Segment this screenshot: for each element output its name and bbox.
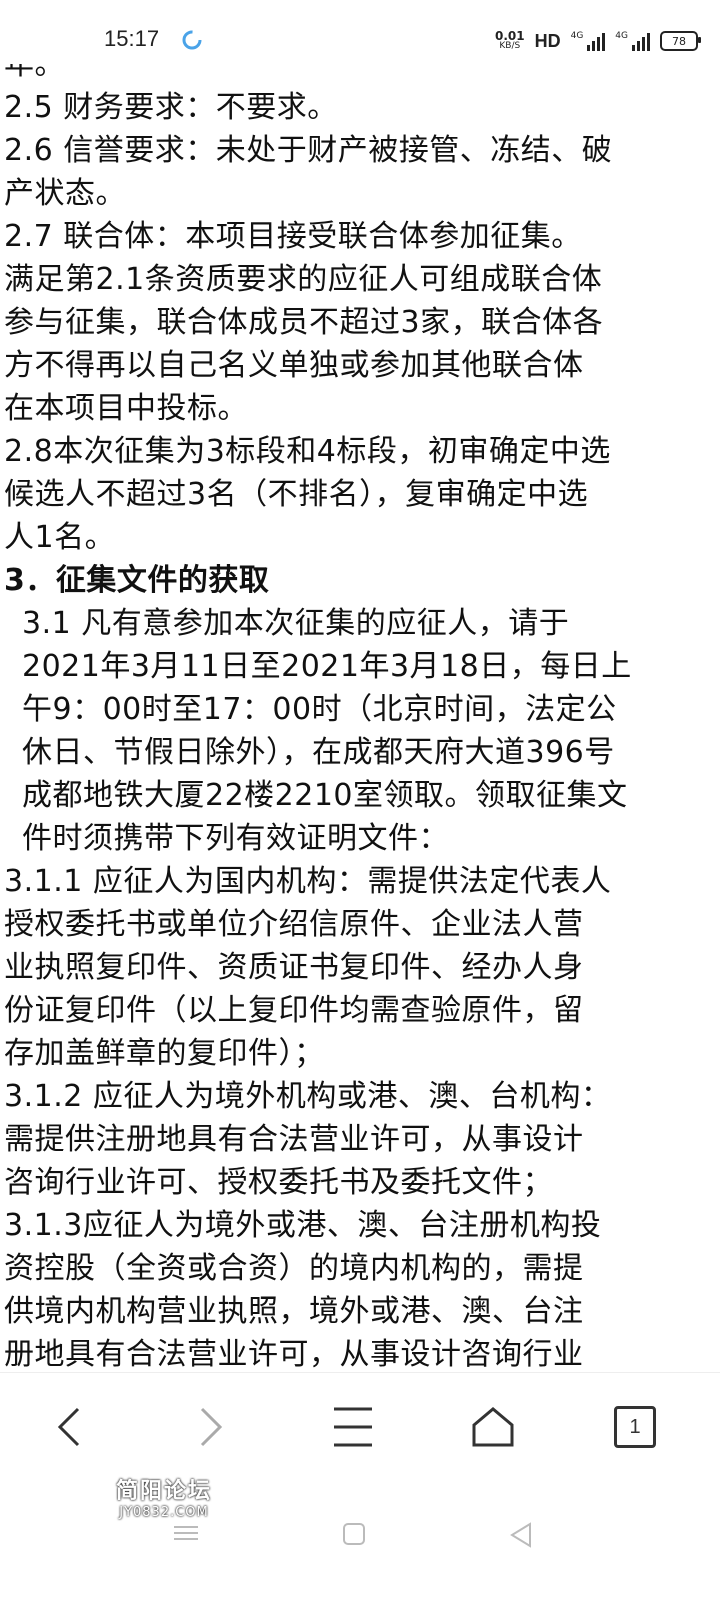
network-speed: 0.01 KB/S <box>494 29 525 51</box>
status-time: 15:17 <box>104 26 160 51</box>
signal-icon: 4G <box>571 31 606 51</box>
browser-toolbar: 1 <box>0 1372 720 1483</box>
text-line: 2.6 信誉要求：未处于财产被接管、冻结、破 <box>4 133 613 168</box>
home-button[interactable] <box>458 1397 528 1457</box>
text-line: 2.5 财务要求：不要求。 <box>4 90 338 125</box>
text-line: 业执照复印件、资质证书复印件、经办人身 <box>4 950 584 985</box>
text-line: 休日、节假日除外），在成都天府大道396号 <box>22 735 615 770</box>
text-line: 册地具有合法营业许可，从事设计咨询行业 <box>4 1337 584 1372</box>
text-line: 授权委托书或单位介绍信原件、企业法人营 <box>4 907 584 942</box>
battery-icon: 78 <box>660 31 701 51</box>
recent-apps-icon[interactable] <box>172 1524 200 1542</box>
text-line: 2.8本次征集为3标段和4标段，初审确定中选 <box>4 434 611 469</box>
text-line: 份证复印件（以上复印件均需查验原件，留 <box>4 993 584 1028</box>
text-line: 存加盖鲜章的复印件）； <box>4 1036 325 1071</box>
watermark-logo: 简阳论坛 JY0832.COM <box>115 1479 212 1520</box>
back-button[interactable] <box>34 1397 104 1457</box>
text-line: 件时须携带下列有效证明文件： <box>22 821 449 856</box>
text-line: 咨询行业许可、授权委托书及委托文件； <box>4 1165 553 1200</box>
app-notification-icon <box>182 30 202 50</box>
text-line: 2.7 联合体：本项目接受联合体参加征集。 <box>4 219 582 254</box>
text-line: 资控股（全资或合资）的境内机构的，需提 <box>4 1251 584 1286</box>
menu-icon <box>334 1407 372 1447</box>
menu-button[interactable] <box>318 1397 388 1457</box>
forward-button[interactable] <box>176 1397 246 1457</box>
text-line: 候选人不超过3名（不排名），复审确定中选 <box>4 477 589 512</box>
text-line: 年。 <box>4 64 65 82</box>
text-line: 3.1.1 应征人为国内机构：需提供法定代表人 <box>4 864 612 899</box>
document-content[interactable]: 年。 2.5 财务要求：不要求。 2.6 信誉要求：未处于财产被接管、冻结、破 产状态… <box>0 64 720 1374</box>
signal-icon-2: 4G <box>615 31 650 51</box>
tabs-button[interactable]: 1 <box>600 1397 670 1457</box>
text-line: 人1名。 <box>4 520 116 555</box>
home-icon <box>472 1407 514 1447</box>
chevron-left-icon <box>57 1407 80 1447</box>
text-line: 3.1.3应征人为境外或港、澳、台注册机构投 <box>4 1208 602 1243</box>
text-line: 参与征集，联合体成员不超过3家，联合体各 <box>4 305 604 340</box>
tab-count: 1 <box>614 1406 656 1448</box>
text-line: 供境内机构营业执照，境外或港、澳、台注 <box>4 1294 584 1329</box>
chevron-right-icon <box>200 1407 223 1447</box>
section-heading: 3．征集文件的获取 <box>4 563 270 598</box>
status-icons: 0.01 KB/S HD 4G 4G 78 <box>494 26 701 56</box>
hd-voice-icon: HD <box>534 30 561 51</box>
text-line: 在本项目中投标。 <box>4 391 248 426</box>
text-line: 3.1.2 应征人为境外机构或港、澳、台机构： <box>4 1079 612 1114</box>
text-line: 满足第2.1条资质要求的应征人可组成联合体 <box>4 262 603 297</box>
text-line: 午9：00时至17：00时（北京时间，法定公 <box>22 692 617 727</box>
text-line: 需提供注册地具有合法营业许可，从事设计 <box>4 1122 584 1157</box>
text-line: 2021年3月11日至2021年3月18日，每日上 <box>22 649 632 684</box>
home-nav-icon[interactable] <box>342 1522 366 1546</box>
back-nav-icon[interactable] <box>508 1522 534 1548</box>
text-line: 产状态。 <box>4 176 126 211</box>
text-line: 方不得再以自己名义单独或参加其他联合体 <box>4 348 584 383</box>
status-bar: 15:17 0.01 KB/S HD 4G 4G 78 <box>0 0 720 64</box>
text-line: 3.1 凡有意参加本次征集的应征人，请于 <box>22 606 570 641</box>
text-line: 成都地铁大厦22楼2210室领取。领取征集文 <box>22 778 628 813</box>
